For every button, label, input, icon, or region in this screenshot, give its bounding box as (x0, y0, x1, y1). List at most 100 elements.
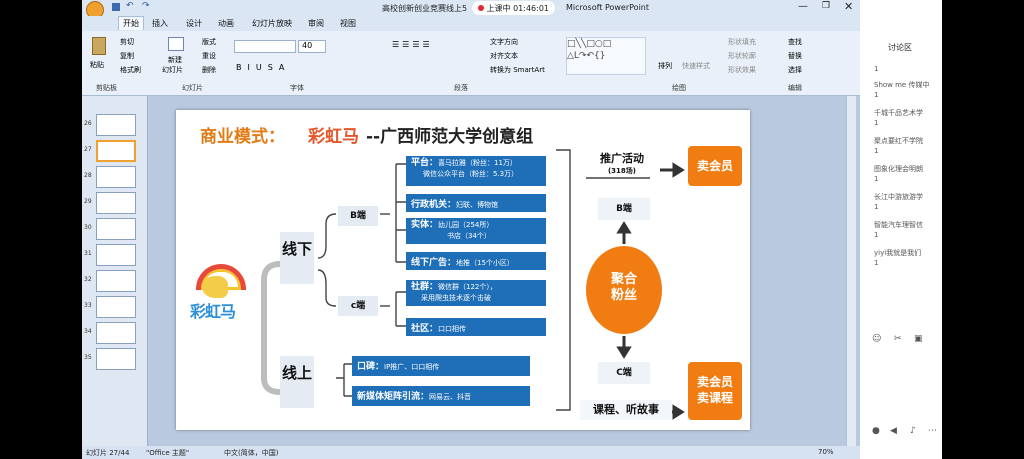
platform-line2: 微信公众平台（粉丝：5.3万） (423, 170, 519, 178)
slide-thumbnail[interactable]: 33 (84, 296, 144, 318)
slide-thumbnail-image (96, 140, 136, 162)
music-icon[interactable]: ♪ (910, 426, 916, 436)
scissors-icon[interactable]: ✂ (894, 334, 902, 344)
language: 中文(简体，中国) (224, 449, 279, 457)
status-bar: 幻灯片 27/44 "Office 主题" 中文(简体，中国) 70% (82, 446, 860, 459)
discussion-item: 千城千品艺术学 (874, 109, 923, 117)
tab-review[interactable]: 审阅 (308, 18, 324, 29)
align-text-button[interactable]: 对齐文本 (490, 51, 518, 61)
new-slide-button[interactable]: 新建 (168, 55, 182, 65)
offline-node: 线下 (280, 232, 314, 284)
shape-outline-button[interactable]: 形状轮廓 (728, 51, 756, 61)
live-class-badge: 上课中 01:46:01 (472, 1, 556, 15)
paragraph-group-label: 段落 (454, 84, 468, 92)
font-name-field[interactable] (234, 40, 296, 53)
slide-thumbnail-number: 31 (84, 250, 92, 257)
minimize-button[interactable]: — (798, 1, 808, 12)
delete-button[interactable]: 删除 (202, 65, 216, 75)
ribbon: 粘贴 剪切 复制 格式刷 剪贴板 新建 幻灯片 版式 重设 删除 幻灯片 40 … (82, 31, 860, 96)
redo-icon[interactable]: ↷ (142, 1, 150, 11)
slide-thumbnail[interactable]: 30 (84, 218, 144, 240)
tab-view[interactable]: 视图 (340, 18, 356, 29)
slide-thumbnail[interactable]: 34 (84, 322, 144, 344)
word-of-mouth-text: IP推广、口口相传 (384, 363, 440, 371)
slide-thumbnail[interactable]: 28 (84, 166, 144, 188)
discussion-panel: 讨论区 1 Show me 传媒中 1 千城千品艺术学 1 聚点要红不学院 1 … (860, 0, 942, 459)
slide-thumbnail-image (96, 270, 136, 292)
discussion-item: yiyi我就是我们 (874, 249, 922, 257)
government-box: 行政机关：妇联、博物馆 (406, 194, 546, 212)
smartart-button[interactable]: 转换为 SmartArt (490, 65, 545, 75)
paste-icon[interactable] (92, 37, 106, 55)
scrollbar[interactable] (846, 96, 856, 446)
slide-thumbnail[interactable]: 35 (84, 348, 144, 370)
tab-home[interactable]: 开始 (118, 16, 144, 30)
community-box: 社群：微信群（122个）， 采用爬虫技术逐个击破 (406, 280, 546, 306)
format-painter-button[interactable]: 格式刷 (120, 65, 141, 75)
microphone-icon[interactable]: ● (872, 426, 880, 436)
discussion-list: 1 Show me 传媒中 1 千城千品艺术学 1 聚点要红不学院 1 图象化理… (874, 64, 940, 268)
close-button[interactable]: ✕ (844, 0, 853, 13)
logo-text: 彩虹马 (190, 302, 236, 321)
government-text: 妇联、博物馆 (456, 201, 499, 209)
image-icon[interactable]: ▣ (914, 334, 923, 344)
slide-thumbnail-number: 30 (84, 224, 92, 231)
slide-thumbnail[interactable]: 27 (84, 140, 144, 162)
tab-design[interactable]: 设计 (186, 18, 202, 29)
font-format-buttons[interactable]: BIUSA (236, 63, 290, 72)
offline-ad-box: 线下广告：地推（15个小区） (406, 252, 546, 270)
cut-button[interactable]: 剪切 (120, 37, 134, 47)
slide-thumbnail[interactable]: 31 (84, 244, 144, 266)
slide-thumbnail-image (96, 348, 136, 370)
slide-thumbnail-image (96, 166, 136, 188)
thumbnail-pane: 26 27 28 29 30 31 32 33 34 35 (82, 96, 148, 446)
shape-effect-button[interactable]: 形状效果 (728, 65, 756, 75)
shapes-gallery[interactable]: □╲╲□○□ △L↷↶{} (566, 37, 646, 75)
word-of-mouth-heading: 口碑： (357, 362, 385, 372)
tab-slideshow[interactable]: 幻灯片放映 (252, 18, 292, 29)
new-slide-icon[interactable] (168, 37, 184, 51)
new-media-heading: 新媒体矩阵引流： (357, 392, 430, 402)
arrange-button[interactable]: 排列 (658, 61, 672, 71)
paragraph-buttons[interactable]: ☰☰☰☰ (392, 40, 433, 49)
discussion-item: 1 (874, 231, 879, 239)
text-direction-button[interactable]: 文字方向 (490, 37, 518, 47)
slide-canvas[interactable]: 商业模式： 彩虹马 --广西师范大学创意组 彩虹马 线下 线上 B端 c端 平台… (176, 110, 750, 430)
reset-button[interactable]: 重设 (202, 51, 216, 61)
platform-line1: 喜马拉雅（粉丝：11万） (438, 159, 517, 167)
discussion-item: 1 (874, 119, 879, 127)
undo-icon[interactable]: ↶ (126, 1, 134, 11)
replace-button[interactable]: 替换 (788, 51, 802, 61)
zoom-level[interactable]: 70% (818, 448, 834, 456)
font-size-field[interactable]: 40 (298, 40, 326, 53)
paste-button[interactable]: 粘贴 (90, 60, 104, 70)
slide-thumbnail[interactable]: 26 (84, 114, 144, 136)
find-button[interactable]: 查找 (788, 37, 802, 47)
neighborhood-heading: 社区： (411, 324, 439, 334)
speaker-icon[interactable]: ◀ (890, 426, 897, 436)
maximize-button[interactable]: ❐ (822, 1, 830, 11)
slide-thumbnail[interactable]: 32 (84, 270, 144, 292)
neighborhood-text: 口口相传 (438, 325, 467, 333)
discussion-item: 智能汽车理智信 (874, 221, 923, 229)
slide-thumbnail-number: 33 (84, 302, 92, 309)
quick-styles-button[interactable]: 快速样式 (682, 61, 710, 71)
b-end-node: B端 (338, 206, 378, 226)
discussion-item: 图象化理会明朗 (874, 165, 923, 173)
tab-insert[interactable]: 插入 (152, 18, 168, 29)
more-icon[interactable]: ⋯ (928, 426, 937, 436)
emoji-icon[interactable]: ☺ (872, 334, 881, 344)
tab-animations[interactable]: 动画 (218, 18, 234, 29)
rainbow-horse-logo: 彩虹马 (190, 258, 252, 330)
save-icon[interactable] (112, 3, 120, 11)
copy-button[interactable]: 复制 (120, 51, 134, 61)
layout-button[interactable]: 版式 (202, 37, 216, 47)
window-title: 高校创新创业竞赛线上5 (382, 4, 468, 13)
promo-activity: 推广活动 (318场) (580, 150, 664, 176)
promo-activity-label: 推广活动 (600, 152, 644, 165)
shape-fill-button[interactable]: 形状填充 (728, 37, 756, 47)
government-heading: 行政机关： (411, 200, 457, 210)
slide-thumbnail[interactable]: 29 (84, 192, 144, 214)
select-button[interactable]: 选择 (788, 65, 802, 75)
discussion-item: Show me 传媒中 (874, 81, 930, 89)
